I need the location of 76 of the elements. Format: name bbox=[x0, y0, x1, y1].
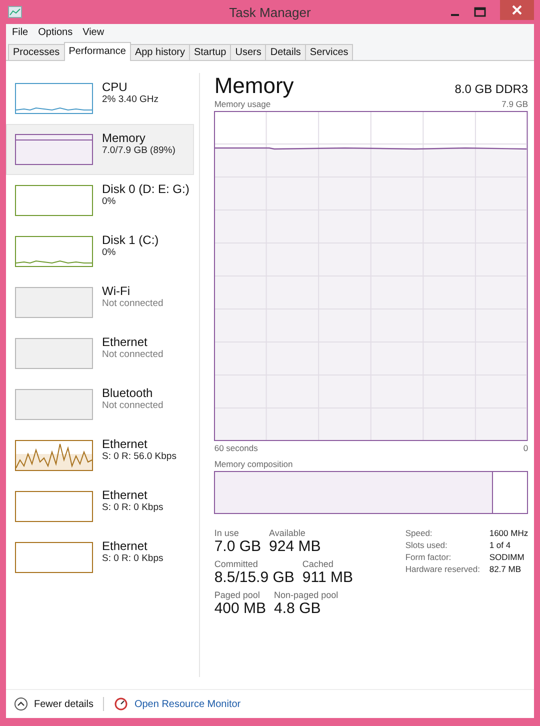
device-detail: S: 0 R: 56.0 Kbps bbox=[102, 451, 176, 462]
menu-item[interactable]: View bbox=[82, 27, 104, 38]
device-detail: Not connected bbox=[102, 349, 164, 360]
device-name: Wi-Fi bbox=[102, 284, 131, 298]
detail-value: 82.7 MB bbox=[489, 564, 522, 574]
chevron-up-icon[interactable] bbox=[14, 697, 28, 711]
detail-label: Slots used: bbox=[405, 540, 448, 550]
device-name: Ethernet bbox=[102, 335, 148, 349]
device-name: Memory bbox=[102, 131, 146, 145]
resource-monitor-link[interactable]: Open Resource Monitor bbox=[134, 698, 241, 710]
stat-label: Non-paged pool bbox=[274, 590, 338, 600]
stat-value: 7.0 GB bbox=[214, 538, 262, 555]
usage-max: 7.9 GB bbox=[502, 99, 528, 109]
sidebar-item[interactable]: Disk 0 (D: E: G:) 0% bbox=[6, 175, 194, 226]
device-detail: 2% 3.40 GHz bbox=[102, 94, 158, 105]
sidebar-item[interactable]: Ethernet Not connected bbox=[6, 328, 194, 379]
detail-label: Speed: bbox=[405, 528, 434, 538]
stat-value: 4.8 GB bbox=[274, 600, 322, 617]
device-detail: S: 0 R: 0 Kbps bbox=[102, 502, 164, 513]
tab[interactable]: Users bbox=[230, 44, 266, 60]
tab[interactable]: Services bbox=[304, 44, 354, 60]
detail-label: Form factor: bbox=[405, 552, 452, 562]
stat-label: In use bbox=[214, 528, 240, 538]
sidebar-item[interactable]: Bluetooth Not connected bbox=[6, 379, 194, 430]
tab[interactable]: Details bbox=[265, 44, 306, 60]
device-name: Bluetooth bbox=[102, 386, 154, 400]
device-name: Disk 1 (C:) bbox=[102, 233, 159, 247]
tab[interactable]: App history bbox=[130, 44, 190, 60]
tab[interactable]: Processes bbox=[8, 44, 65, 60]
stat-label: Paged pool bbox=[214, 590, 261, 600]
sidebar-item[interactable]: Ethernet S: 0 R: 56.0 Kbps bbox=[6, 430, 194, 481]
close-icon bbox=[512, 5, 522, 15]
device-detail: Not connected bbox=[102, 298, 164, 309]
sidebar-item[interactable]: Disk 1 (C:) 0% bbox=[6, 226, 194, 277]
detail-label: Hardware reserved: bbox=[405, 564, 481, 574]
time-span-label: 60 seconds bbox=[214, 443, 258, 453]
app-icon bbox=[8, 6, 22, 18]
tab[interactable]: Performance bbox=[64, 42, 131, 61]
stat-value: 924 MB bbox=[269, 538, 321, 555]
sidebar-item[interactable]: CPU 2% 3.40 GHz bbox=[6, 73, 194, 124]
sidebar-item[interactable]: Ethernet S: 0 R: 0 Kbps bbox=[6, 481, 194, 532]
sidebar-item[interactable]: Wi-Fi Not connected bbox=[6, 277, 194, 328]
window-title: Task Manager bbox=[229, 4, 311, 20]
detail-value: 1600 MHz bbox=[489, 528, 528, 538]
detail-value: SODIMM bbox=[489, 552, 526, 562]
sidebar-item[interactable]: Ethernet S: 0 R: 0 Kbps bbox=[6, 532, 194, 583]
memory-type: 8.0 GB DDR3 bbox=[454, 82, 528, 96]
maximize-icon[interactable] bbox=[474, 7, 486, 17]
sidebar-item[interactable]: Memory 7.0/7.9 GB (89%) bbox=[6, 124, 194, 175]
stat-label: Committed bbox=[214, 559, 259, 569]
device-name: Ethernet bbox=[102, 437, 148, 451]
device-name: CPU bbox=[102, 80, 128, 94]
resource-monitor-icon bbox=[114, 697, 128, 711]
device-detail: 7.0/7.9 GB (89%) bbox=[102, 145, 176, 156]
stat-label: Cached bbox=[302, 559, 334, 569]
menu-item[interactable]: File bbox=[12, 27, 28, 38]
device-detail: Not connected bbox=[102, 400, 164, 411]
composition-label: Memory composition bbox=[214, 459, 294, 469]
detail-value: 1 of 4 bbox=[489, 540, 512, 550]
stat-value: 8.5/15.9 GB bbox=[214, 569, 294, 586]
tab[interactable]: Startup bbox=[188, 44, 232, 60]
stat-label: Available bbox=[269, 528, 306, 538]
panel-title: Memory bbox=[214, 73, 294, 99]
close-button[interactable] bbox=[500, 0, 534, 20]
device-name: Ethernet bbox=[102, 539, 148, 553]
device-name: Ethernet bbox=[102, 488, 148, 502]
device-detail: 0% bbox=[102, 196, 117, 207]
stat-value: 400 MB bbox=[214, 600, 266, 617]
device-detail: 0% bbox=[102, 247, 117, 258]
stat-value: 911 MB bbox=[302, 569, 353, 586]
device-detail: S: 0 R: 0 Kbps bbox=[102, 553, 164, 564]
device-name: Disk 0 (D: E: G:) bbox=[102, 182, 190, 196]
time-end-label: 0 bbox=[523, 443, 528, 453]
menu-item[interactable]: Options bbox=[38, 27, 73, 38]
fewer-details-link[interactable]: Fewer details bbox=[34, 698, 94, 710]
usage-label: Memory usage bbox=[214, 99, 271, 109]
